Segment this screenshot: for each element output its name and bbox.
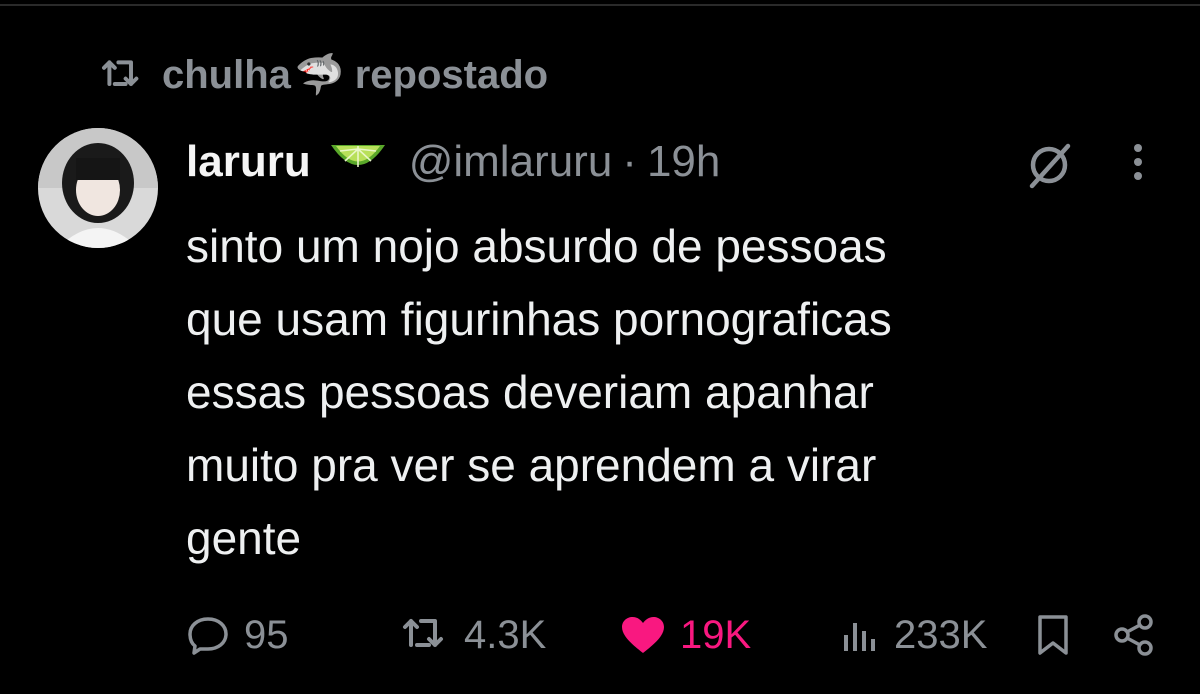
views-button[interactable]: 233K: [840, 605, 987, 665]
like-count: 19K: [680, 612, 752, 657]
repost-action-icon: [400, 615, 450, 655]
like-button[interactable]: 19K: [620, 605, 751, 665]
tweet-header: laruru @imlaruru · 19h: [186, 132, 720, 192]
tweet-line: sinto um nojo absurdo de pessoas: [186, 220, 887, 272]
top-divider: [0, 4, 1200, 6]
more-options-icon[interactable]: [1128, 140, 1148, 189]
repost-icon: [100, 57, 144, 93]
tweet-line: gente: [186, 512, 302, 564]
repost-count: 4.3K: [464, 612, 547, 657]
tweet-line: muito pra ver se aprendem a virar: [186, 439, 877, 491]
repost-user[interactable]: chulha: [162, 53, 291, 98]
tweet-line: que usam figurinhas pornograficas: [186, 293, 892, 345]
display-name[interactable]: laruru: [186, 137, 311, 187]
tweet-text: sinto um nojo absurdo de pessoas que usa…: [186, 210, 1146, 575]
avatar[interactable]: [38, 128, 158, 248]
share-button[interactable]: [1112, 605, 1156, 665]
views-count: 233K: [894, 612, 988, 657]
reply-count: 95: [244, 612, 289, 657]
bookmark-button[interactable]: [1036, 605, 1070, 665]
repost-button[interactable]: 4.3K: [400, 605, 546, 665]
separator: ·: [622, 137, 637, 186]
views-icon: [840, 615, 880, 655]
repost-context[interactable]: chulha 🦈 repostado: [100, 50, 548, 100]
handle[interactable]: @imlaruru: [409, 137, 613, 187]
shark-emoji: 🦈: [294, 53, 345, 97]
grok-icon[interactable]: [1022, 138, 1076, 197]
lime-icon: [327, 137, 389, 188]
reply-button[interactable]: 95: [186, 605, 289, 665]
tweet-line: essas pessoas deveriam apanhar: [186, 366, 874, 418]
share-icon: [1112, 613, 1156, 657]
heart-icon: [620, 615, 666, 655]
repost-label: repostado: [354, 52, 549, 97]
action-bar: 95 4.3K 19K 233K: [0, 605, 1200, 665]
reply-icon: [186, 615, 230, 655]
bookmark-icon: [1036, 614, 1070, 656]
timestamp[interactable]: 19h: [647, 137, 720, 187]
